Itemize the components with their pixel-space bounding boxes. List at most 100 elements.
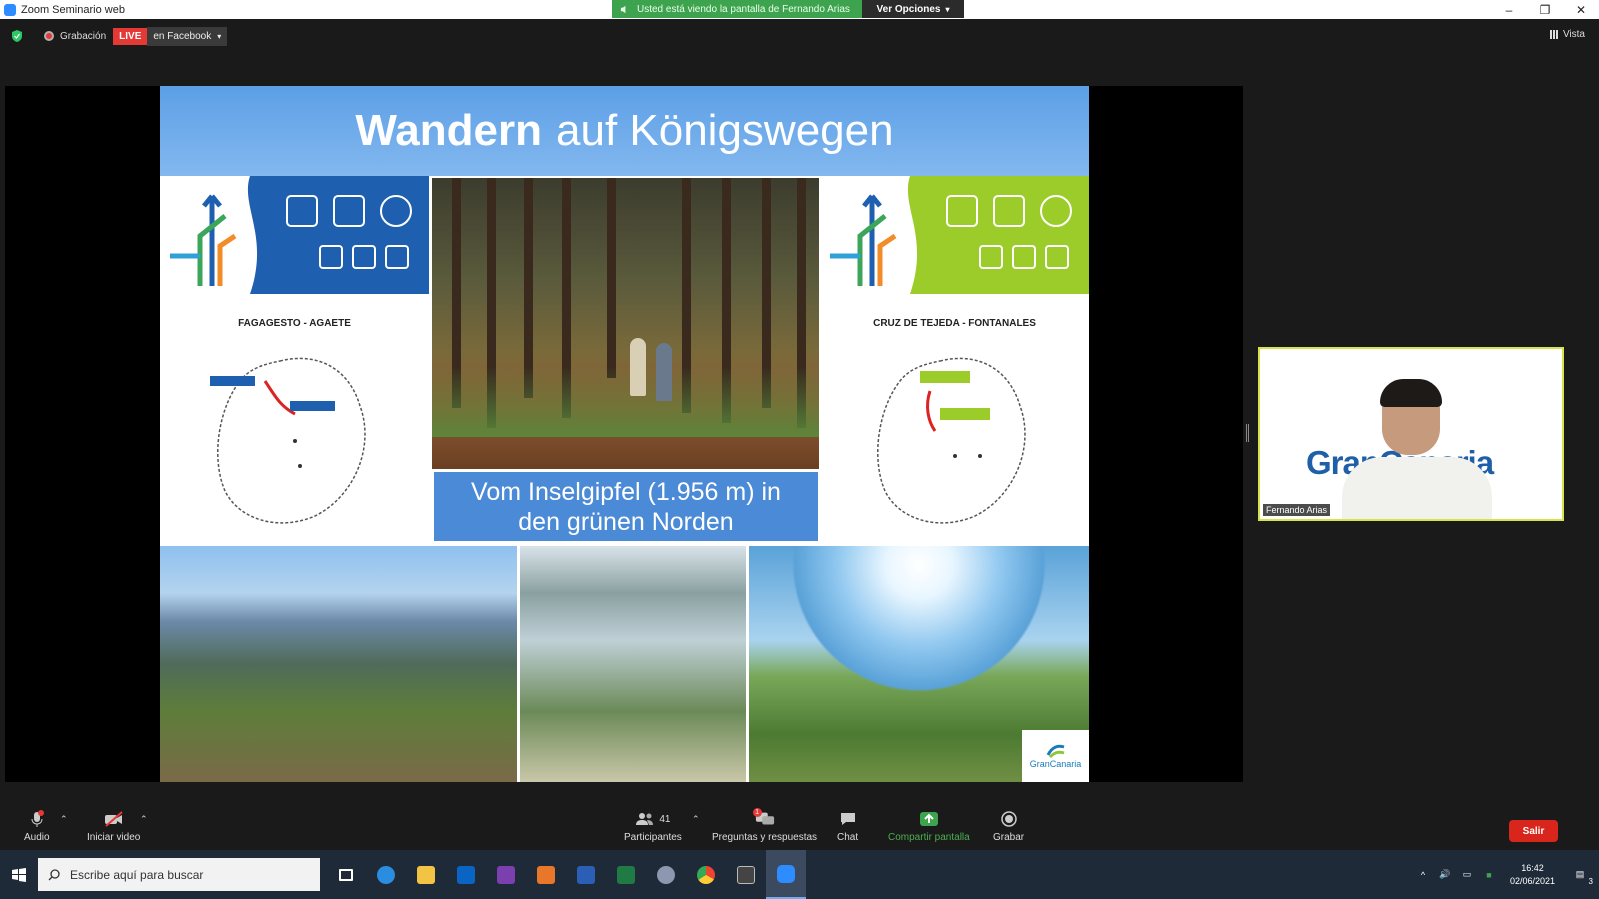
- participants-options-caret[interactable]: ⌃: [692, 814, 700, 825]
- caption-line-1: Vom Inselgipfel (1.956 m) in: [471, 477, 781, 506]
- route-info-graphic: [160, 176, 429, 294]
- restore-button[interactable]: ❐: [1527, 0, 1563, 19]
- zoom-app-icon: [4, 3, 16, 16]
- speaker-body: [1342, 457, 1492, 519]
- logo-icon: [1046, 744, 1064, 759]
- shared-screen[interactable]: Wandern auf Königswegen FAGAGESTO - AGAE…: [5, 86, 1243, 782]
- clock-time: 16:42: [1521, 862, 1544, 873]
- video-label: Iniciar video: [87, 832, 141, 843]
- windows-taskbar: Escribe aquí para buscar ^ 🔊 ▭ ■ 16:42 0…: [0, 850, 1599, 899]
- view-options-button[interactable]: Ver Opciones ▾: [862, 0, 964, 18]
- qa-button[interactable]: 1 Preguntas y respuestas: [712, 808, 817, 843]
- grid-icon: [1549, 30, 1559, 39]
- app-tray-icon[interactable]: ■: [1482, 870, 1496, 880]
- outlook-icon[interactable]: [446, 850, 486, 899]
- participants-label: Participantes: [624, 832, 682, 843]
- taskbar-search[interactable]: Escribe aquí para buscar: [38, 858, 320, 891]
- clock[interactable]: 16:42 02/06/2021: [1510, 862, 1555, 888]
- acrobat-icon[interactable]: [526, 850, 566, 899]
- window-controls: – ❐ ✕: [1491, 0, 1599, 19]
- minimize-button[interactable]: –: [1491, 0, 1527, 19]
- shield-icon[interactable]: [11, 30, 23, 42]
- reservoir-couple-photo: [520, 546, 746, 782]
- slide-title-rest: auf Königswegen: [556, 106, 894, 155]
- forest-photo: [432, 178, 819, 469]
- zoom-taskbar-icon[interactable]: [766, 850, 806, 899]
- start-button[interactable]: [0, 850, 38, 899]
- meeting-toolbar: Audio ⌃ Iniciar video ⌃ 41 Participantes…: [0, 806, 1599, 850]
- mountain-hikers-photo: [160, 546, 517, 782]
- search-icon: [48, 868, 60, 880]
- viewing-text: Usted está viendo la pantalla de Fernand…: [637, 3, 850, 15]
- excel-icon[interactable]: [606, 850, 646, 899]
- route-panel-left: FAGAGESTO - AGAETE: [160, 176, 429, 543]
- route-panel-right: CRUZ DE TEJEDA - FONTANALES: [820, 176, 1089, 543]
- slide-title: Wandern auf Königswegen: [160, 86, 1089, 176]
- share-screen-button[interactable]: Compartir pantalla: [888, 810, 970, 843]
- system-tray: ^ 🔊 ▭ ■ 16:42 02/06/2021 ▤ 3: [1412, 850, 1599, 899]
- speaker-icon: [620, 5, 626, 13]
- participants-button[interactable]: 41 Participantes: [624, 810, 682, 843]
- speaker-hair: [1380, 379, 1442, 407]
- leave-button[interactable]: Salir: [1509, 820, 1558, 842]
- grancanaria-logo: GranCanaria: [1022, 730, 1089, 782]
- panel-resize-handle[interactable]: [1246, 424, 1249, 442]
- participant-name-tag: Fernando Arias: [1263, 504, 1331, 516]
- task-view-icon[interactable]: [326, 850, 366, 899]
- start-video-button[interactable]: Iniciar video: [87, 810, 140, 843]
- audio-label: Audio: [24, 832, 50, 843]
- notifications-icon[interactable]: ▤ 3: [1573, 869, 1593, 886]
- record-label: Grabar: [993, 832, 1025, 843]
- slide-caption: Vom Inselgipfel (1.956 m) in den grünen …: [434, 472, 818, 541]
- calculator-icon[interactable]: [726, 850, 766, 899]
- share-screen-label: Compartir pantalla: [888, 832, 970, 843]
- chevron-down-icon: ▾: [217, 31, 222, 41]
- onenote-icon[interactable]: [486, 850, 526, 899]
- stream-target-dropdown[interactable]: en Facebook ▾: [147, 26, 228, 46]
- file-explorer-icon[interactable]: [406, 850, 446, 899]
- view-options-label: Ver Opciones: [876, 3, 941, 15]
- chrome-icon[interactable]: [686, 850, 726, 899]
- participant-video[interactable]: GranCanaria Fernando Arias: [1258, 347, 1564, 521]
- stream-target-label: en Facebook: [153, 30, 212, 42]
- record-button[interactable]: Grabar: [993, 810, 1024, 843]
- close-button[interactable]: ✕: [1563, 0, 1599, 19]
- view-layout-button[interactable]: Vista: [1549, 29, 1585, 40]
- caption-line-2: den grünen Norden: [518, 507, 734, 536]
- share-screen-icon: [919, 812, 938, 826]
- route-info-graphic: [820, 176, 1089, 294]
- edge-icon[interactable]: [366, 850, 406, 899]
- chat-button[interactable]: Chat: [837, 810, 858, 843]
- chat-icon: [840, 813, 855, 825]
- microphone-icon: [31, 810, 44, 827]
- video-off-icon: [104, 811, 123, 827]
- notification-count: 3: [1588, 877, 1593, 886]
- audio-options-caret[interactable]: ⌃: [60, 814, 68, 825]
- window-title: Zoom Seminario web: [21, 3, 125, 16]
- clock-date: 02/06/2021: [1509, 875, 1555, 886]
- participants-count: 41: [659, 813, 671, 825]
- route-title-left: FAGAGESTO - AGAETE: [238, 318, 351, 329]
- live-badge: LIVE: [113, 27, 148, 45]
- island-map-right: [877, 357, 1026, 524]
- presentation-slide: Wandern auf Königswegen FAGAGESTO - AGAE…: [160, 86, 1089, 782]
- volume-icon[interactable]: 🔊: [1438, 869, 1452, 880]
- video-options-caret[interactable]: ⌃: [140, 814, 148, 825]
- chat-label: Chat: [837, 832, 859, 843]
- audio-button[interactable]: Audio: [24, 810, 50, 843]
- participants-icon: [636, 813, 654, 825]
- share-banner: Usted está viendo la pantalla de Fernand…: [612, 0, 964, 18]
- view-layout-label: Vista: [1562, 29, 1585, 40]
- qa-badge: 1: [752, 808, 762, 817]
- record-icon: [1000, 811, 1017, 827]
- app-icon[interactable]: [646, 850, 686, 899]
- network-icon[interactable]: ▭: [1460, 869, 1474, 880]
- island-map-left: [210, 357, 366, 524]
- recording-label[interactable]: Grabación: [60, 31, 106, 42]
- viewing-notice: Usted está viendo la pantalla de Fernand…: [612, 0, 862, 18]
- chevron-up-icon[interactable]: ^: [1416, 870, 1430, 880]
- word-icon[interactable]: [566, 850, 606, 899]
- recording-icon: [44, 31, 54, 41]
- family-hiking-photo: GranCanaria: [749, 546, 1089, 782]
- windows-logo-icon: [12, 867, 26, 882]
